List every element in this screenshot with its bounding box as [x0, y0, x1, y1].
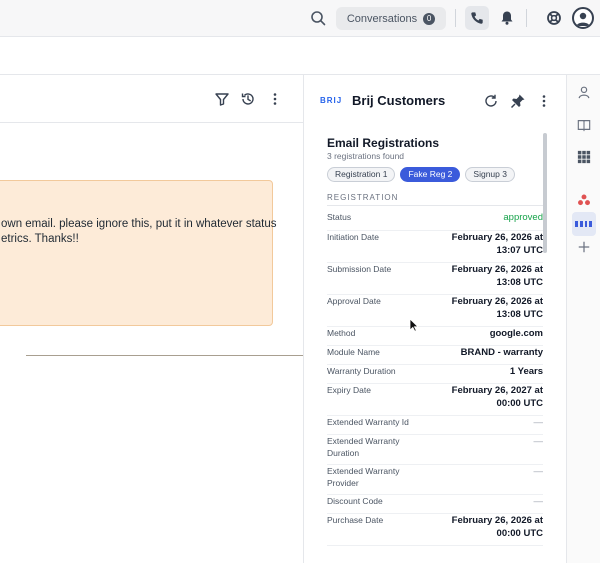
bell-icon[interactable]: [499, 10, 515, 26]
rail-item-add[interactable]: [572, 235, 596, 259]
conversation-area: own email. please ignore this, put it in…: [0, 75, 303, 563]
plus-icon: [578, 241, 590, 253]
pin-icon[interactable]: [510, 93, 526, 109]
book-icon: [577, 120, 591, 132]
field-value: approved: [503, 212, 543, 223]
top-bar: Conversations 0: [0, 0, 600, 37]
field-value: —: [533, 466, 544, 477]
field-value: BRAND - warranty: [460, 347, 543, 358]
field-value: —: [533, 496, 544, 507]
user-avatar-icon: [576, 12, 590, 26]
field-key: Warranty Duration: [327, 366, 396, 376]
note-line: etrics. Thanks!!: [1, 233, 79, 245]
apps-icon: [578, 194, 590, 206]
rail-item-knowledge[interactable]: [572, 113, 596, 137]
field-value: February 26, 2026 at 00:00 UTC: [451, 515, 543, 539]
field-key: Module Name: [327, 347, 380, 357]
field-purchase-date: Purchase Date February 26, 2026 at 00:00…: [327, 514, 543, 546]
field-value: —: [533, 417, 544, 428]
field-value: February 26, 2027 at 00:00 UTC: [451, 385, 543, 409]
panel-scrollbar[interactable]: [543, 133, 547, 253]
tab-registration-1[interactable]: Registration 1: [327, 167, 396, 182]
card-title: Email Registrations: [327, 136, 440, 150]
conversation-toolbar: [0, 75, 303, 123]
rail-item-contact[interactable]: [572, 80, 596, 104]
field-key: Purchase Date: [327, 515, 384, 525]
field-expiry-date: Expiry Date February 26, 2027 at 00:00 U…: [327, 384, 543, 416]
tab-fake-reg-2[interactable]: Fake Reg 2: [400, 167, 461, 182]
field-status: Status approved: [327, 211, 543, 231]
field-key: Initiation Date: [327, 232, 379, 242]
field-extended-warranty-duration: Extended Warranty Duration —: [327, 435, 543, 465]
field-value: 1 Years: [509, 366, 543, 377]
person-icon: [578, 86, 590, 99]
internal-note: own email. please ignore this, put it in…: [0, 180, 277, 326]
grid-icon: [577, 150, 591, 164]
tab-signup-3[interactable]: Signup 3: [465, 167, 515, 182]
field-extended-warranty-provider: Extended Warranty Provider —: [327, 465, 543, 495]
field-method: Method google.com: [327, 327, 543, 346]
toolbar-divider: [526, 9, 527, 27]
field-key: Expiry Date: [327, 385, 371, 395]
registration-tabs: Registration 1 Fake Reg 2 Signup 3: [327, 167, 515, 182]
field-value: February 26, 2026 at 13:08 UTC: [451, 264, 543, 288]
toolbar-divider: [455, 9, 456, 27]
field-key: Status: [327, 212, 352, 222]
more-vertical-icon[interactable]: [536, 93, 552, 109]
field-extended-warranty-id: Extended Warranty Id —: [327, 416, 543, 435]
brij-icon: [575, 221, 592, 227]
field-key: Submission Date: [327, 264, 392, 274]
field-submission-date: Submission Date February 26, 2026 at 13:…: [327, 263, 543, 295]
history-icon[interactable]: [240, 91, 256, 107]
field-key: Approval Date: [327, 296, 381, 306]
conversations-label: Conversations: [346, 12, 418, 25]
phone-icon: [471, 12, 483, 24]
mouse-cursor-icon: [409, 318, 419, 332]
field-value: google.com: [489, 328, 543, 339]
rail-item-apps[interactable]: [572, 145, 596, 169]
field-key: Discount Code: [327, 496, 383, 506]
field-value: February 26, 2026 at 13:08 UTC: [451, 296, 543, 320]
conversations-button[interactable]: Conversations 0: [336, 7, 446, 30]
search-icon[interactable]: [310, 10, 326, 26]
lifebuoy-icon[interactable]: [546, 10, 562, 26]
field-key: Extended Warranty Id: [327, 417, 409, 427]
field-warranty-duration: Warranty Duration 1 Years: [327, 365, 543, 384]
filter-icon[interactable]: [214, 91, 230, 107]
panel-header: BRIJ Brij Customers: [304, 75, 567, 125]
field-initiation-date: Initiation Date February 26, 2026 at 13:…: [327, 231, 543, 263]
card-subtitle: 3 registrations found: [327, 151, 405, 161]
field-discount-code: Discount Code —: [327, 495, 543, 514]
field-approval-date: Approval Date February 26, 2026 at 13:08…: [327, 295, 543, 327]
section-label: REGISTRATION: [327, 193, 399, 202]
field-module-name: Module Name BRAND - warranty: [327, 346, 543, 365]
avatar[interactable]: [572, 7, 594, 29]
rail-item-integration[interactable]: [572, 188, 596, 212]
more-vertical-icon[interactable]: [267, 91, 283, 107]
note-body: own email. please ignore this, put it in…: [1, 217, 277, 247]
phone-button[interactable]: [465, 6, 489, 30]
refresh-icon[interactable]: [483, 93, 499, 109]
field-value: February 26, 2026 at 13:07 UTC: [451, 232, 543, 256]
brij-logo: BRIJ: [320, 96, 343, 105]
message-divider: [26, 355, 303, 356]
brij-customers-panel: BRIJ Brij Customers Email Registrations …: [303, 75, 566, 563]
field-key: Extended Warranty Duration: [327, 436, 400, 458]
field-key: Method: [327, 328, 356, 338]
field-key: Extended Warranty Provider: [327, 466, 400, 488]
secondary-header: [0, 37, 600, 75]
note-line: own email. please ignore this, put it in…: [1, 218, 277, 230]
rail-item-brij[interactable]: [572, 212, 596, 236]
conversations-count-badge: 0: [423, 12, 436, 25]
section-divider: [327, 205, 543, 206]
panel-title: Brij Customers: [352, 93, 446, 108]
field-value: —: [533, 436, 544, 447]
app-rail: [566, 75, 600, 563]
